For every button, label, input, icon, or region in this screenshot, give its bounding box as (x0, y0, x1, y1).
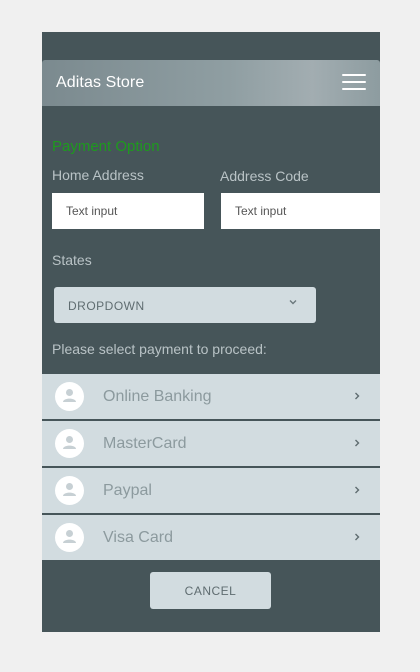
section-title: Payment Option (52, 138, 160, 155)
chevron-right-icon (355, 486, 360, 494)
chevron-right-icon (355, 392, 360, 400)
payment-option-visa-card[interactable]: Visa Card (42, 515, 380, 560)
top-bar: Aditas Store (42, 60, 380, 106)
payment-options-list: Online Banking MasterCard Paypal Visa Ca… (42, 374, 380, 562)
payment-option-online-banking[interactable]: Online Banking (42, 374, 380, 419)
chevron-right-icon (355, 533, 360, 541)
hamburger-menu-icon[interactable] (342, 73, 366, 91)
payment-prompt: Please select payment to proceed: (52, 341, 267, 357)
payment-option-paypal[interactable]: Paypal (42, 468, 380, 513)
address-code-input[interactable] (221, 193, 380, 229)
app-title: Aditas Store (56, 74, 145, 91)
app-screen: Aditas Store Payment Option Home Address… (42, 32, 380, 632)
chevron-right-icon (355, 439, 360, 447)
payment-option-label: Online Banking (103, 388, 212, 405)
menu-line (342, 74, 366, 76)
states-label: States (52, 252, 92, 268)
states-dropdown[interactable]: DROPDOWN (54, 287, 316, 323)
home-address-input[interactable] (52, 193, 204, 229)
user-avatar-icon (55, 523, 84, 552)
user-avatar-icon (55, 382, 84, 411)
home-address-label: Home Address (52, 167, 144, 183)
payment-option-label: Visa Card (103, 529, 173, 546)
address-code-label: Address Code (220, 168, 309, 184)
payment-option-label: Paypal (103, 482, 152, 499)
menu-line (342, 88, 366, 90)
user-avatar-icon (55, 476, 84, 505)
cancel-button[interactable]: CANCEL (150, 572, 271, 609)
payment-option-mastercard[interactable]: MasterCard (42, 421, 380, 466)
states-dropdown-value: DROPDOWN (68, 299, 145, 313)
user-avatar-icon (55, 429, 84, 458)
payment-option-label: MasterCard (103, 435, 187, 452)
menu-line (342, 81, 366, 83)
chevron-down-icon (289, 300, 297, 305)
